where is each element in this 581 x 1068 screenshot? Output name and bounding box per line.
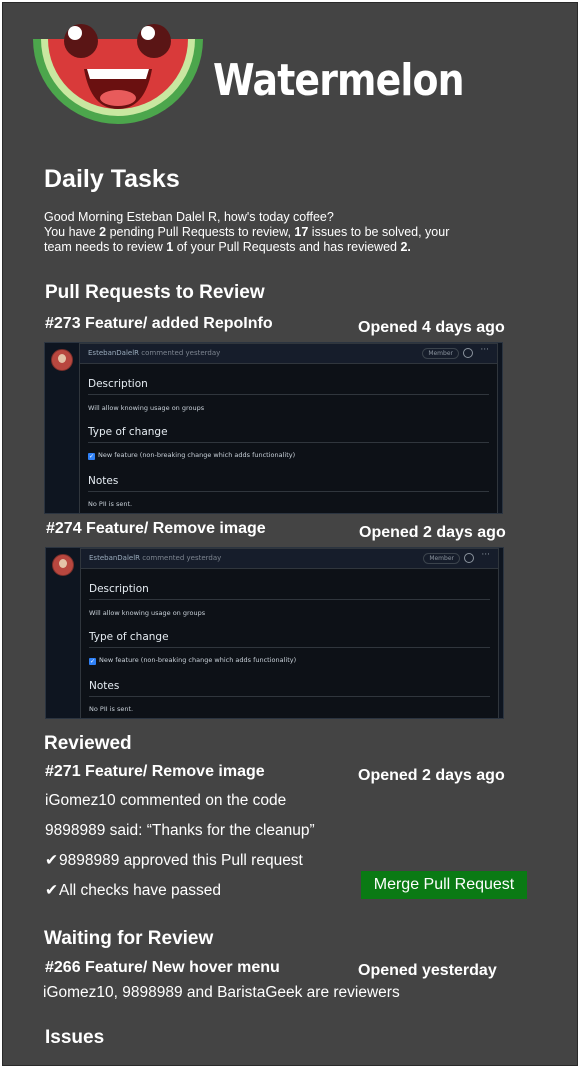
description-text: Will allow knowing usage on groups — [88, 404, 205, 412]
review-comment: 9898989 said: “Thanks for the cleanup” — [45, 822, 315, 839]
intro-text: Good Morning Esteban Dalel R, how's toda… — [44, 210, 564, 255]
comment-time: commented yesterday — [142, 554, 222, 562]
comment-header: EstebanDalelR commented yesterday Member… — [80, 344, 497, 364]
type-heading: Type of change — [88, 426, 168, 438]
type-value: New feature (non-breaking change which a… — [98, 451, 296, 459]
notes-heading: Notes — [88, 475, 119, 487]
description-text: Will allow knowing usage on groups — [89, 609, 206, 617]
more-options-icon[interactable]: ··· — [480, 345, 489, 355]
type-checkbox-row: ✓ New feature (non-breaking change which … — [88, 451, 295, 460]
pr-card[interactable]: EstebanDalelR commented yesterday Member… — [44, 342, 503, 514]
comment-time: commented yesterday — [141, 349, 221, 357]
section-title-prs-to-review: Pull Requests to Review — [45, 282, 265, 303]
intro-line-1: Good Morning Esteban Dalel R, how's toda… — [44, 210, 334, 224]
pr-opened-time: Opened yesterday — [358, 962, 497, 979]
checks-row: ✔All checks have passed — [45, 881, 221, 900]
member-badge: Member — [422, 348, 459, 359]
avatar[interactable] — [51, 349, 73, 371]
divider — [89, 599, 490, 600]
checkbox-checked-icon[interactable]: ✓ — [89, 658, 96, 665]
checkbox-checked-icon[interactable]: ✓ — [88, 453, 95, 460]
intro-line-3: team needs to review 1 of your Pull Requ… — [44, 240, 411, 254]
pr-card[interactable]: EstebanDalelR commented yesterday Member… — [45, 547, 504, 719]
pr-title[interactable]: #266 Feature/ New hover menu — [45, 959, 280, 977]
divider — [88, 394, 489, 395]
comment-author[interactable]: EstebanDalelR — [88, 349, 139, 357]
description-heading: Description — [88, 378, 148, 390]
pr-opened-time: Opened 4 days ago — [358, 319, 505, 336]
pr-title[interactable]: #274 Feature/ Remove image — [46, 520, 266, 538]
watermelon-logo-icon — [33, 24, 203, 124]
reviewers-text: iGomez10, 9898989 and BaristaGeek are re… — [43, 984, 400, 1001]
divider — [88, 442, 489, 443]
type-value: New feature (non-breaking change which a… — [99, 656, 297, 664]
page-title: Daily Tasks — [44, 165, 180, 193]
notes-heading: Notes — [89, 680, 120, 692]
member-badge: Member — [423, 553, 460, 564]
divider — [88, 491, 489, 492]
emoji-reaction-icon[interactable] — [463, 348, 473, 358]
comment-header: EstebanDalelR commented yesterday Member… — [81, 549, 498, 569]
avatar[interactable] — [52, 554, 74, 576]
description-heading: Description — [89, 583, 149, 595]
issues-count: 17 — [294, 225, 309, 239]
divider — [89, 647, 490, 648]
section-title-waiting: Waiting for Review — [44, 928, 214, 949]
more-options-icon[interactable]: ··· — [481, 550, 490, 560]
pr-opened-time: Opened 2 days ago — [358, 767, 505, 784]
team-reviewed-count: 2. — [400, 240, 411, 254]
emoji-reaction-icon[interactable] — [464, 553, 474, 563]
notes-text: No PII is sent. — [88, 500, 133, 508]
notes-text: No PII is sent. — [89, 705, 134, 713]
type-checkbox-row: ✓ New feature (non-breaking change which … — [89, 656, 296, 665]
divider — [89, 696, 490, 697]
approval-text: 9898989 approved this Pull request — [59, 852, 303, 869]
pr-title[interactable]: #273 Feature/ added RepoInfo — [45, 315, 273, 333]
checkmark-icon: ✔ — [45, 882, 58, 899]
comment-author[interactable]: EstebanDalelR — [89, 554, 140, 562]
pr-comment-panel: EstebanDalelR commented yesterday Member… — [79, 343, 498, 513]
type-heading: Type of change — [89, 631, 169, 643]
section-title-issues: Issues — [45, 1027, 105, 1048]
review-comment: iGomez10 commented on the code — [45, 792, 287, 809]
approval-row: ✔9898989 approved this Pull request — [45, 851, 303, 870]
checks-text: All checks have passed — [59, 882, 221, 899]
pr-opened-time: Opened 2 days ago — [359, 524, 506, 541]
pr-comment-panel: EstebanDalelR commented yesterday Member… — [80, 548, 499, 718]
app-wordmark: Watermelon — [213, 55, 465, 106]
intro-line-2: You have 2 pending Pull Requests to revi… — [44, 225, 450, 239]
dashboard: Watermelon Daily Tasks Good Morning Este… — [2, 2, 578, 1066]
merge-pull-request-button[interactable]: Merge Pull Request — [361, 871, 527, 899]
checkmark-icon: ✔ — [45, 852, 58, 869]
pr-title[interactable]: #271 Feature/ Remove image — [45, 763, 265, 781]
section-title-reviewed: Reviewed — [44, 733, 132, 754]
